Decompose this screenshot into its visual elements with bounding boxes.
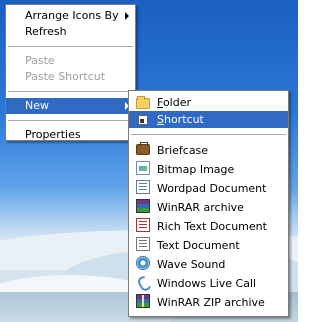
submenu-item-winrar-archive[interactable]: WinRAR archive: [129, 198, 288, 217]
menu-separator: [8, 46, 133, 47]
menu-item-label: Briefcase: [157, 144, 209, 157]
wave-sound-icon: [136, 256, 150, 270]
menu-item-label: New: [25, 99, 49, 112]
submenu-item-windows-live-call[interactable]: Windows Live Call: [129, 274, 288, 293]
menu-item-label: Text Document: [157, 239, 240, 252]
folder-icon: [136, 96, 150, 109]
briefcase-icon: [136, 142, 150, 155]
menu-item-properties[interactable]: Properties: [6, 127, 135, 143]
menu-item-new[interactable]: New: [6, 98, 135, 114]
menu-separator: [8, 120, 133, 121]
desktop-context-menu: Arrange Icons By Refresh Paste Paste Sho…: [5, 4, 136, 141]
submenu-item-folder[interactable]: Folder: [129, 94, 288, 111]
menu-item-label: Refresh: [25, 25, 67, 38]
wordpad-document-icon: [136, 180, 150, 194]
menu-item-label: Properties: [25, 128, 81, 141]
menu-item-label: Wordpad Document: [157, 182, 267, 195]
submenu-item-wave-sound[interactable]: Wave Sound: [129, 255, 288, 274]
menu-item-label: Paste: [25, 54, 55, 67]
new-submenu: Folder Shortcut Briefcase Bitmap Image W…: [128, 90, 289, 317]
menu-item-mnemonic: S: [157, 113, 164, 126]
menu-item-label: Wave Sound: [157, 258, 226, 271]
submenu-item-wordpad-document[interactable]: Wordpad Document: [129, 179, 288, 198]
menu-item-label: Bitmap Image: [157, 163, 235, 176]
submenu-item-winrar-zip-archive[interactable]: WinRAR ZIP archive: [129, 293, 288, 312]
winrar-zip-archive-icon: [136, 294, 150, 308]
menu-item-label: Windows Live Call: [157, 277, 257, 290]
menu-item-label: Rich Text Document: [157, 220, 267, 233]
menu-item-label: WinRAR ZIP archive: [157, 296, 265, 309]
menu-separator: [8, 91, 133, 92]
submenu-item-rich-text-document[interactable]: Rich Text Document: [129, 217, 288, 236]
menu-item-paste-shortcut[interactable]: Paste Shortcut: [6, 69, 135, 85]
rich-text-document-icon: [136, 218, 150, 232]
windows-live-call-icon: [136, 275, 150, 289]
submenu-arrow-icon: [125, 12, 129, 20]
menu-item-arrange-icons-by[interactable]: Arrange Icons By: [6, 8, 135, 24]
menu-item-label: hortcut: [163, 113, 204, 126]
text-document-icon: [136, 237, 150, 251]
winrar-archive-icon: [136, 199, 150, 213]
bitmap-image-icon: [136, 161, 150, 175]
menu-item-label: Arrange Icons By: [25, 9, 119, 22]
menu-separator: [131, 134, 286, 135]
submenu-item-shortcut[interactable]: Shortcut: [129, 111, 288, 128]
submenu-item-bitmap-image[interactable]: Bitmap Image: [129, 160, 288, 179]
submenu-item-briefcase[interactable]: Briefcase: [129, 141, 288, 160]
submenu-item-text-document[interactable]: Text Document: [129, 236, 288, 255]
menu-item-label: Paste Shortcut: [25, 70, 106, 83]
menu-item-paste[interactable]: Paste: [6, 53, 135, 69]
shortcut-icon: [138, 115, 148, 125]
menu-item-label: WinRAR archive: [157, 201, 244, 214]
menu-item-refresh[interactable]: Refresh: [6, 24, 135, 40]
menu-item-label: older: [162, 96, 191, 109]
